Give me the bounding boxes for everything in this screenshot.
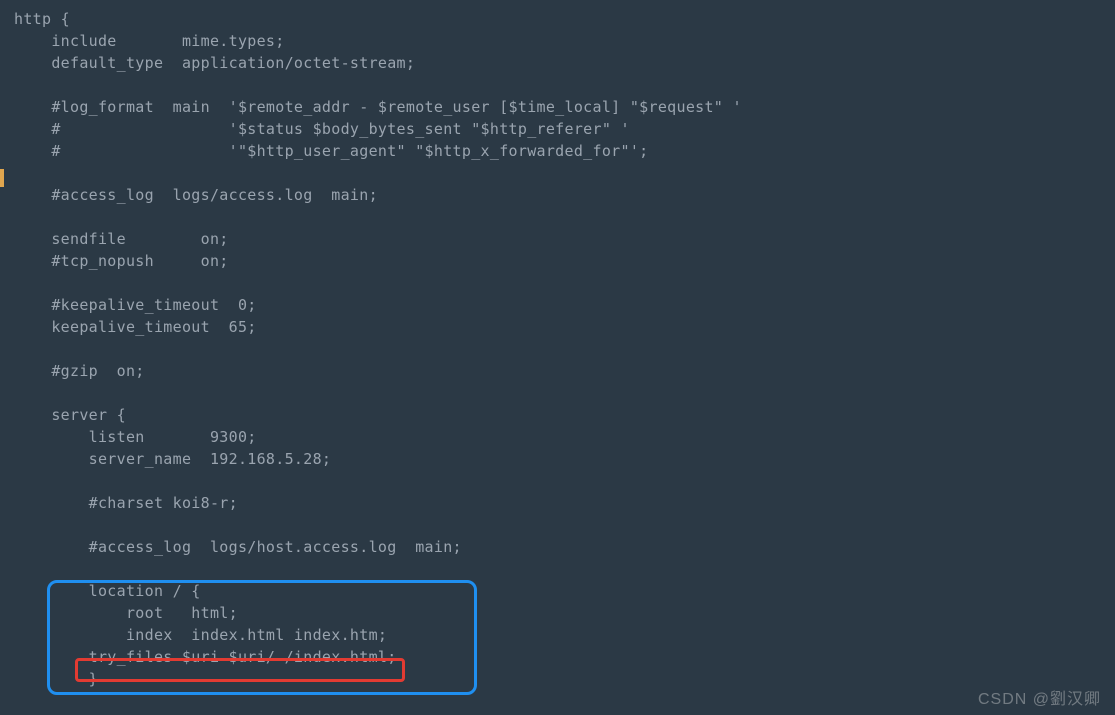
code-line: root html; bbox=[14, 604, 238, 622]
code-line: #access_log logs/access.log main; bbox=[14, 186, 378, 204]
code-line: #charset koi8-r; bbox=[14, 494, 238, 512]
code-line: location / { bbox=[14, 582, 201, 600]
code-line: keepalive_timeout 65; bbox=[14, 318, 257, 336]
code-line: # '$status $body_bytes_sent "$http_refer… bbox=[14, 120, 630, 138]
code-line: #access_log logs/host.access.log main; bbox=[14, 538, 462, 556]
code-line: try_files $uri $uri/ /index.html; bbox=[14, 648, 397, 666]
cursor-marker bbox=[0, 169, 4, 187]
code-line: } bbox=[14, 670, 98, 688]
editor-gutter bbox=[0, 0, 14, 715]
code-line: index index.html index.htm; bbox=[14, 626, 387, 644]
code-line: include mime.types; bbox=[14, 32, 285, 50]
code-block: http { include mime.types; default_type … bbox=[14, 8, 742, 690]
code-line: #gzip on; bbox=[14, 362, 145, 380]
code-line: # '"$http_user_agent" "$http_x_forwarded… bbox=[14, 142, 649, 160]
code-line: server { bbox=[14, 406, 126, 424]
watermark: CSDN @劉汉卿 bbox=[978, 685, 1101, 709]
code-line: http { bbox=[14, 10, 70, 28]
code-line: sendfile on; bbox=[14, 230, 229, 248]
code-line: #tcp_nopush on; bbox=[14, 252, 229, 270]
code-line: server_name 192.168.5.28; bbox=[14, 450, 331, 468]
code-line: listen 9300; bbox=[14, 428, 257, 446]
code-line: #keepalive_timeout 0; bbox=[14, 296, 257, 314]
code-line: #log_format main '$remote_addr - $remote… bbox=[14, 98, 742, 116]
code-line: default_type application/octet-stream; bbox=[14, 54, 415, 72]
